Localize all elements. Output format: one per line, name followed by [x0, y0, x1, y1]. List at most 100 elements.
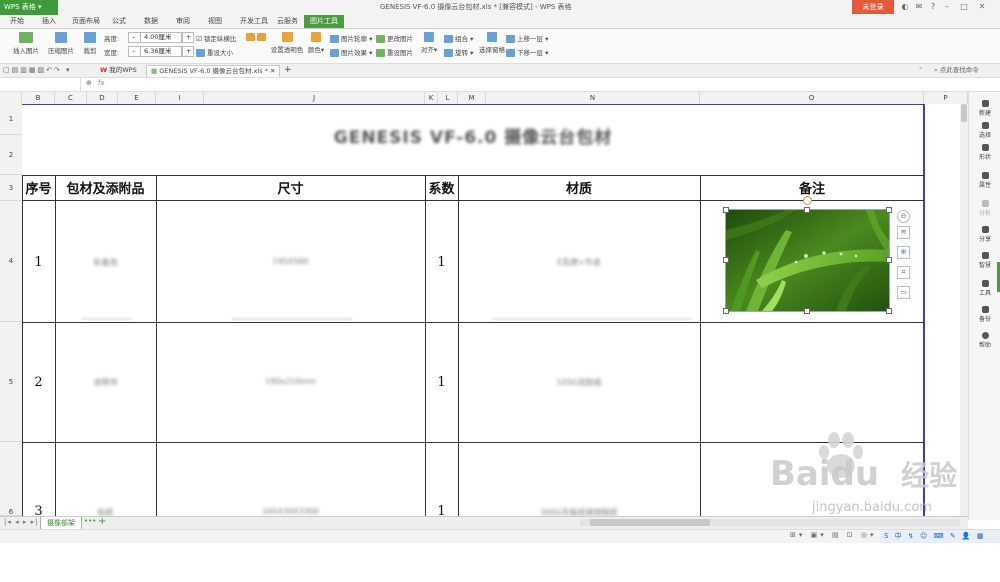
tab-page-layout[interactable]: 页面布局	[66, 15, 106, 28]
tab-data[interactable]: 数据	[138, 15, 164, 28]
tab-developer[interactable]: 开发工具	[234, 15, 274, 28]
compress-picture-button[interactable]: 压缩图片	[46, 32, 76, 55]
height-input[interactable]: 4.00厘米	[140, 32, 182, 43]
sheet-more-icon[interactable]: •••	[84, 517, 96, 525]
help-icon[interactable]: ?	[928, 2, 938, 12]
picture-layers-icon[interactable]: ≋	[897, 226, 910, 239]
tab-cloud[interactable]: 云服务	[271, 15, 304, 28]
horizontal-scroll-thumb[interactable]	[590, 519, 710, 526]
cell-row1-factor[interactable]: 1	[425, 255, 458, 270]
selected-picture[interactable]	[725, 209, 890, 312]
tab-document[interactable]: ▦ GENESIS VF-6.0 摄像云台包材.xls * ✕	[146, 65, 281, 77]
minimize-icon[interactable]: –	[942, 2, 952, 12]
tab-review[interactable]: 审阅	[170, 15, 196, 28]
cell-row3-factor[interactable]: 1	[425, 504, 458, 516]
bring-forward-button[interactable]: 上移一层 ▾	[506, 33, 548, 43]
column-header-c[interactable]: C	[55, 92, 87, 104]
resize-handle-e[interactable]	[886, 257, 892, 263]
cell-row3-no[interactable]: 3	[22, 504, 55, 516]
sheet-nav-arrows[interactable]: |◂ ◂ ▸ ▸|	[4, 518, 38, 526]
reset-picture-button[interactable]: 重设图片	[376, 47, 413, 57]
reset-size-button[interactable]: 重设大小	[196, 47, 233, 57]
side-help-button[interactable]: 帮助	[969, 332, 1000, 349]
cell-row3-size[interactable]: 165X30X3300	[156, 507, 425, 516]
login-button[interactable]: 未登录	[852, 0, 894, 14]
tab-close-icon[interactable]: ✕	[270, 67, 275, 75]
app-menu-button[interactable]: WPS 表格 ▾	[0, 0, 58, 15]
cell-row2-factor[interactable]: 1	[425, 375, 458, 390]
change-picture-button[interactable]: 更改图片	[376, 33, 413, 43]
cell-row3-name[interactable]: 贴纸	[55, 507, 156, 516]
quick-access-icons[interactable]: ▢▤▥▦▧↶↷ ▾	[3, 66, 72, 74]
zoom-icon[interactable]: ⊕	[86, 79, 92, 87]
cell-row2-no[interactable]: 2	[22, 375, 55, 390]
new-tab-button[interactable]: +	[280, 65, 296, 76]
side-shape-button[interactable]: 形状	[969, 144, 1000, 161]
input-method-bar[interactable]: S 中 ↯ ☺ ⌨ ✎ 👤 ▦	[880, 530, 1000, 543]
row-header-4[interactable]: 4	[0, 201, 22, 322]
tab-picture-tools[interactable]: 图片工具	[304, 15, 344, 28]
crop-button[interactable]: 裁剪	[82, 32, 98, 55]
column-header-n[interactable]: N	[486, 92, 700, 104]
name-box[interactable]	[0, 78, 81, 91]
side-analyze-button[interactable]: 分析	[969, 200, 1000, 217]
tab-view[interactable]: 视图	[202, 15, 228, 28]
resize-handle-w[interactable]	[723, 257, 729, 263]
tab-home[interactable]: 开始	[4, 15, 30, 28]
cell-row3-material[interactable]: 300G灰板纸裱铜版纸	[458, 507, 700, 516]
row-header-6[interactable]: 6	[0, 442, 22, 516]
resize-handle-nw[interactable]	[723, 207, 729, 213]
cell-row2-size[interactable]: 190x210mm	[156, 377, 425, 386]
height-increase[interactable]: +	[182, 32, 194, 43]
picture-effect-button[interactable]: 图片效果 ▾	[330, 47, 372, 57]
tab-my-wps[interactable]: W 我的WPS	[96, 65, 141, 76]
send-backward-button[interactable]: 下移一层 ▾	[506, 47, 548, 57]
feedback-icon[interactable]: ✉	[914, 2, 924, 12]
tab-formula[interactable]: 公式	[106, 15, 132, 28]
column-header-k[interactable]: K	[425, 92, 438, 104]
formula-input[interactable]	[112, 78, 968, 91]
fx-icon[interactable]: fx	[98, 79, 105, 87]
set-transparent-button[interactable]: 设置透明色	[270, 32, 304, 54]
color-button[interactable]: 颜色▾	[306, 32, 326, 54]
side-select-button[interactable]: 选择	[969, 122, 1000, 139]
side-smart-button[interactable]: 智慧	[969, 252, 1000, 269]
column-header-o[interactable]: O	[700, 92, 924, 104]
width-input[interactable]: 6.36厘米	[140, 46, 182, 57]
resize-handle-se[interactable]	[886, 308, 892, 314]
row-header-3[interactable]: 3	[0, 175, 22, 201]
side-properties-button[interactable]: 属性	[969, 172, 1000, 189]
add-sheet-button[interactable]: +	[98, 516, 106, 527]
column-header-m[interactable]: M	[458, 92, 486, 104]
width-spinner[interactable]: – 6.36厘米 +	[128, 46, 194, 57]
align-button[interactable]: 对齐▾	[420, 32, 438, 54]
brightness-button[interactable]	[246, 33, 268, 41]
side-tools-button[interactable]: 工具	[969, 280, 1000, 297]
resize-handle-sw[interactable]	[723, 308, 729, 314]
column-header-l[interactable]: L	[438, 92, 458, 104]
selection-pane-button[interactable]: 选择窗格	[476, 32, 508, 54]
column-header-d[interactable]: D	[87, 92, 118, 104]
cell-row1-material[interactable]: E瓦楞+牛皮	[458, 257, 700, 268]
height-spinner[interactable]: – 4.00厘米 +	[128, 32, 194, 43]
group-button[interactable]: 组合 ▾	[444, 33, 473, 43]
cell-row1-name[interactable]: 彩盒泡	[55, 257, 156, 268]
side-new-button[interactable]: 新建	[969, 100, 1000, 117]
column-header-e[interactable]: E	[118, 92, 156, 104]
skin-icon[interactable]: ◐	[900, 2, 910, 12]
command-search[interactable]: ⌕ 点此查找命令	[930, 65, 983, 76]
picture-crop-icon[interactable]: ⌗	[897, 266, 910, 279]
resize-handle-ne[interactable]	[886, 207, 892, 213]
column-header-i[interactable]: I	[156, 92, 204, 104]
resize-handle-n[interactable]	[804, 207, 810, 213]
maximize-icon[interactable]: □	[959, 2, 969, 12]
resize-handle-s[interactable]	[804, 308, 810, 314]
cell-row2-material[interactable]: 105G双胶纸	[458, 377, 700, 388]
rotate-button[interactable]: 旋转 ▾	[444, 47, 473, 57]
vertical-scroll-thumb[interactable]	[961, 104, 967, 122]
column-header-j[interactable]: J	[204, 92, 425, 104]
rotate-handle[interactable]	[803, 196, 812, 205]
width-increase[interactable]: +	[182, 46, 194, 57]
row-header-2[interactable]: 2	[0, 135, 22, 175]
close-icon[interactable]: ✕	[977, 2, 987, 12]
